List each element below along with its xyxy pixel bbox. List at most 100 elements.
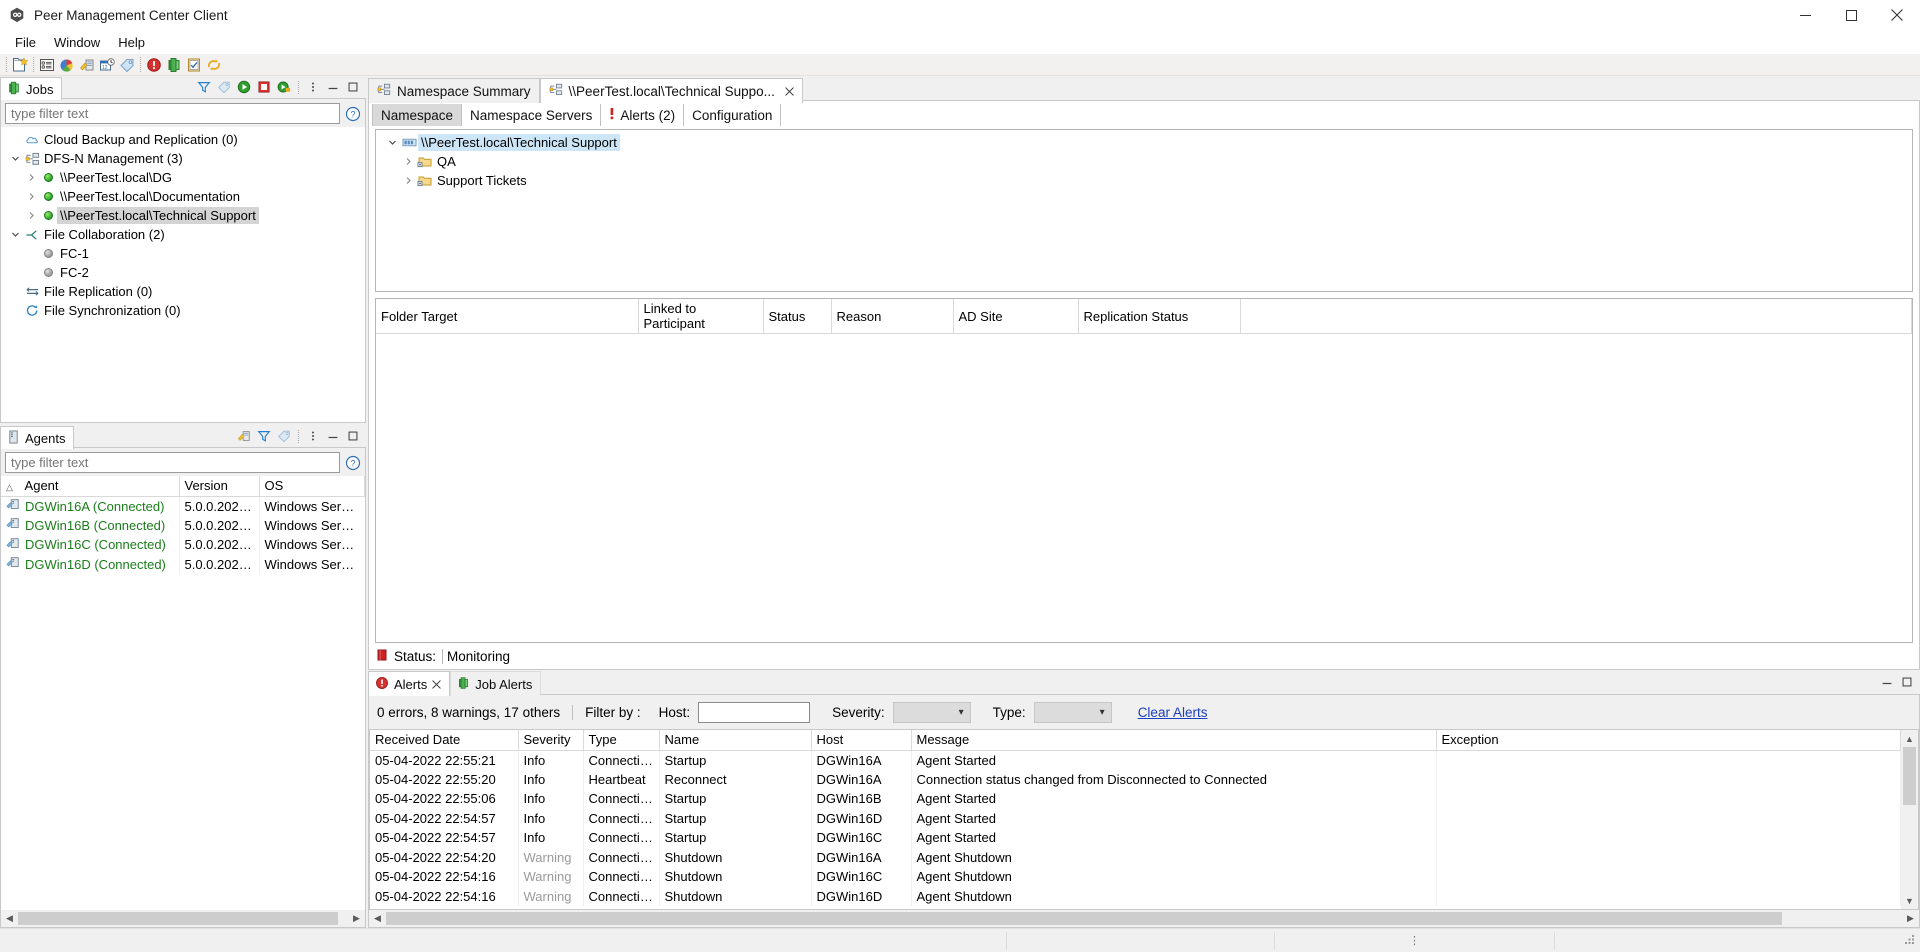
chevron-right-icon[interactable]	[23, 173, 39, 182]
tab-alerts-view[interactable]: Alerts	[368, 671, 451, 696]
col-type[interactable]: Type	[583, 730, 660, 751]
col-severity[interactable]: Severity	[518, 730, 584, 751]
alerts-horizontal-scrollbar[interactable]: ◀ ▶	[369, 910, 1919, 927]
jobs-tree-item[interactable]: FC-1	[1, 244, 365, 263]
view-menu-icon[interactable]	[304, 427, 322, 445]
scroll-thumb[interactable]	[1903, 747, 1916, 805]
scroll-thumb[interactable]	[18, 912, 338, 925]
table-row[interactable]: 05-04-2022 22:55:20 Info Heartbeat Recon…	[370, 769, 1901, 789]
help-icon[interactable]: ?	[345, 455, 361, 471]
namespace-tree-item[interactable]: QA	[376, 152, 1912, 171]
severity-select[interactable]: ▾	[892, 701, 971, 723]
scroll-left-icon[interactable]: ◀	[1, 910, 18, 927]
minimize-view-icon[interactable]	[324, 427, 342, 445]
table-row[interactable]: 05-04-2022 22:54:16 Warning Connection S…	[370, 886, 1901, 906]
jobs-tree-item[interactable]: File Replication (0)	[1, 282, 365, 301]
jobs-tree-item[interactable]: Cloud Backup and Replication (0)	[1, 130, 365, 149]
view-menu-icon[interactable]	[304, 78, 322, 96]
jobs-tree[interactable]: Cloud Backup and Replication (0) DFS-N M…	[1, 127, 365, 422]
editor-tab-technical-support[interactable]: \\PeerTest.local\Technical Suppo...	[539, 78, 803, 103]
help-icon[interactable]: ?	[345, 106, 361, 122]
maximize-view-icon[interactable]	[344, 427, 362, 445]
col-linked-to-participant[interactable]: Linked to Participant	[638, 299, 764, 334]
chevron-right-icon[interactable]	[23, 192, 39, 201]
minimize-button[interactable]	[1782, 0, 1828, 30]
alerts-vertical-scrollbar[interactable]: ▲ ▼	[1901, 730, 1918, 909]
col-message[interactable]: Message	[911, 730, 1437, 751]
agents-col-agent[interactable]: △ Agent	[1, 476, 180, 497]
jobs-tree-item[interactable]: File Collaboration (2)	[1, 225, 365, 244]
scroll-up-icon[interactable]: ▲	[1901, 730, 1918, 747]
minimize-view-icon[interactable]	[324, 78, 342, 96]
col-exception[interactable]: Exception	[1436, 730, 1901, 751]
alerts-icon[interactable]	[144, 56, 164, 74]
minimize-view-icon[interactable]	[1878, 673, 1896, 691]
table-row[interactable]: 05-04-2022 22:55:21 Info Connection Star…	[370, 750, 1901, 770]
sync-icon[interactable]	[204, 56, 224, 74]
agents-col-os[interactable]: OS	[259, 476, 365, 497]
validation-report-icon[interactable]	[184, 56, 204, 74]
chevron-down-icon[interactable]	[7, 154, 23, 163]
tag-icon[interactable]	[275, 427, 293, 445]
maximize-view-icon[interactable]	[1898, 673, 1916, 691]
chevron-down-icon[interactable]	[384, 138, 400, 147]
filter-icon[interactable]	[255, 427, 273, 445]
tab-jobs[interactable]: Jobs	[0, 77, 63, 100]
chevron-right-icon[interactable]	[400, 157, 416, 166]
stop-job-icon[interactable]	[255, 78, 273, 96]
scroll-right-icon[interactable]: ▶	[348, 910, 365, 927]
chevron-right-icon[interactable]	[23, 211, 39, 220]
close-icon[interactable]	[432, 677, 442, 692]
col-received-date[interactable]: Received Date	[370, 730, 519, 751]
pie-chart-icon[interactable]	[57, 56, 77, 74]
agents-icon[interactable]	[164, 56, 184, 74]
agents-horizontal-scrollbar[interactable]: ◀ ▶	[1, 910, 365, 927]
col-status[interactable]: Status	[763, 299, 832, 334]
menu-file[interactable]: File	[6, 32, 45, 53]
tag-icon[interactable]	[117, 56, 137, 74]
jobs-tree-item[interactable]: \\PeerTest.local\DG	[1, 168, 365, 187]
scroll-thumb[interactable]	[386, 912, 1782, 925]
table-row[interactable]: DGWin16D (Connected) 5.0.0.20220504 Wind…	[1, 554, 365, 574]
chevron-down-icon[interactable]	[7, 230, 23, 239]
editor-tab-namespace-summary[interactable]: Namespace Summary	[368, 78, 540, 103]
start-job-icon[interactable]	[235, 78, 253, 96]
menu-window[interactable]: Window	[45, 32, 109, 53]
server-settings-icon[interactable]	[235, 427, 253, 445]
jobs-tree-item-selected[interactable]: \\PeerTest.local\Technical Support	[1, 206, 365, 225]
table-row[interactable]: 05-04-2022 22:54:16 Warning Connection S…	[370, 867, 1901, 887]
list-properties-icon[interactable]	[37, 56, 57, 74]
close-icon[interactable]	[785, 85, 794, 98]
host-filter-input[interactable]	[698, 701, 811, 723]
maximize-button[interactable]	[1828, 0, 1874, 30]
tab-configuration[interactable]: Configuration	[684, 104, 782, 126]
clear-alerts-link[interactable]: Clear Alerts	[1138, 705, 1208, 720]
server-settings-icon[interactable]	[77, 56, 97, 74]
agents-filter-input[interactable]	[5, 452, 340, 473]
col-replication-status[interactable]: Replication Status	[1078, 299, 1241, 334]
jobs-tree-item[interactable]: File Synchronization (0)	[1, 301, 365, 320]
scroll-left-icon[interactable]: ◀	[369, 910, 386, 927]
table-row[interactable]: DGWin16C (Connected) 5.0.0.20220504 Wind…	[1, 535, 365, 555]
namespace-tree-item[interactable]: Support Tickets	[376, 171, 1912, 190]
scroll-track[interactable]	[18, 910, 348, 927]
table-row[interactable]: DGWin16A (Connected) 5.0.0.20220504 Wind…	[1, 496, 365, 516]
namespace-tree[interactable]: \\PeerTest.local\Technical Support QA Su…	[375, 129, 1913, 292]
filter-icon[interactable]	[195, 78, 213, 96]
jobs-tree-item[interactable]: DFS-N Management (3)	[1, 149, 365, 168]
namespace-tree-item-root[interactable]: \\PeerTest.local\Technical Support	[376, 133, 1912, 152]
restart-job-icon[interactable]	[275, 78, 293, 96]
jobs-tree-item[interactable]: FC-2	[1, 263, 365, 282]
scroll-right-icon[interactable]: ▶	[1902, 910, 1919, 927]
col-ad-site[interactable]: AD Site	[953, 299, 1079, 334]
col-spacer[interactable]	[1240, 299, 1912, 334]
scroll-track[interactable]	[1901, 747, 1918, 892]
col-name[interactable]: Name	[659, 730, 812, 751]
type-select[interactable]: ▾	[1033, 701, 1112, 723]
menu-help[interactable]: Help	[109, 32, 154, 53]
col-folder-target[interactable]: Folder Target	[376, 299, 639, 334]
table-row[interactable]: DGWin16B (Connected) 5.0.0.20220504 Wind…	[1, 515, 365, 535]
tab-namespace-servers[interactable]: Namespace Servers	[462, 104, 602, 126]
new-job-icon[interactable]	[10, 56, 30, 74]
jobs-tree-item[interactable]: \\PeerTest.local\Documentation	[1, 187, 365, 206]
